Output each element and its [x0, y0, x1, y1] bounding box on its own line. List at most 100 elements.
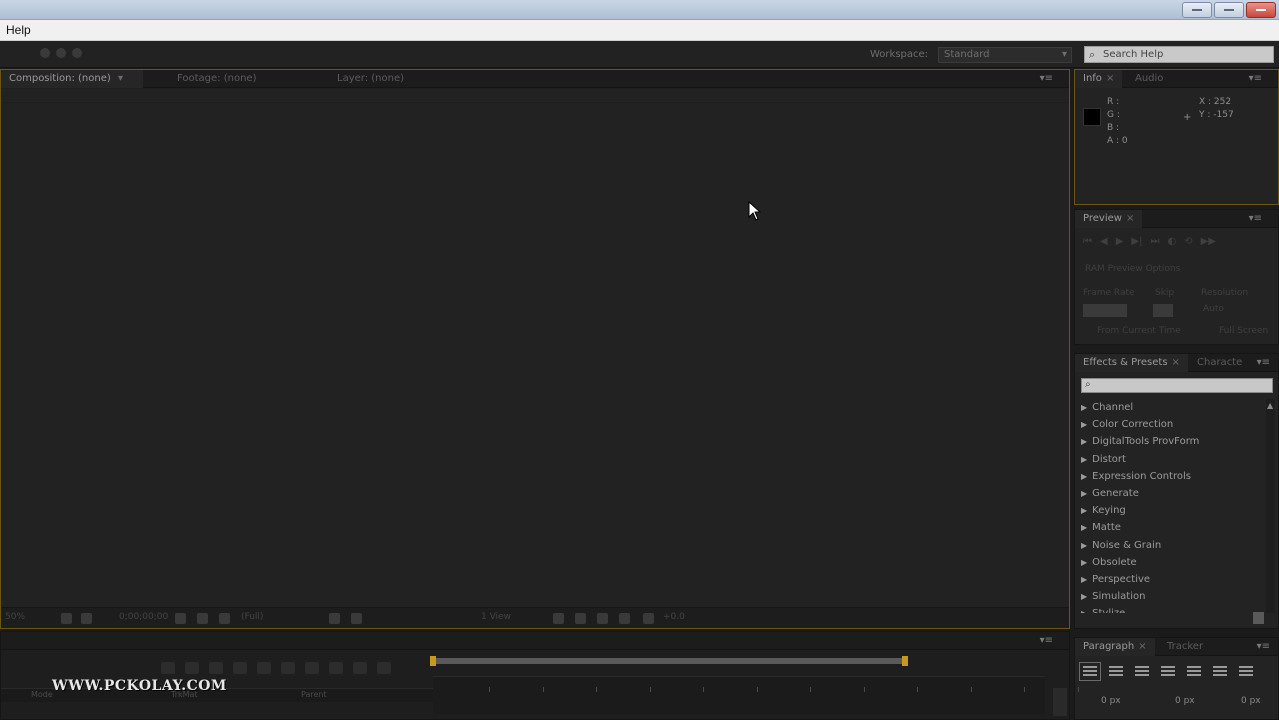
panel-menu-icon[interactable]: ▾≡ [1040, 635, 1053, 646]
workspace-dropdown[interactable]: Standard ▾ [938, 47, 1072, 63]
effects-category-item[interactable]: ▶ Matte [1081, 519, 1263, 536]
effects-search-input[interactable]: ⌕ [1081, 378, 1273, 393]
tab-audio[interactable]: Audio [1127, 70, 1171, 88]
timeline-time-ruler[interactable] [433, 676, 1079, 714]
effects-category-item[interactable]: ▶ Obsolete [1081, 554, 1263, 571]
panel-menu-icon[interactable]: ▾≡ [1257, 357, 1270, 368]
region-of-interest-icon[interactable] [329, 613, 340, 624]
panel-menu-icon[interactable]: ▾≡ [1249, 213, 1262, 224]
work-area-end-handle[interactable] [902, 656, 908, 666]
tab-composition[interactable]: Composition: (none) ▾ [1, 70, 143, 88]
indent-right-field[interactable]: 0 px [1175, 696, 1195, 706]
justify-last-left-icon[interactable] [1161, 666, 1175, 677]
timeline-icon[interactable] [597, 613, 608, 624]
disclosure-triangle-icon[interactable]: ▶ [1081, 558, 1087, 567]
tab-layer[interactable]: Layer: (none) [329, 70, 412, 88]
show-snapshot-icon[interactable] [197, 613, 208, 624]
tool-icon[interactable] [56, 48, 66, 58]
scroll-up-icon[interactable]: ▲ [1267, 401, 1273, 410]
color-channel-icon[interactable] [219, 613, 230, 624]
align-left-icon[interactable] [1079, 662, 1101, 681]
timeline-scrollbar[interactable] [1053, 688, 1067, 716]
disclosure-triangle-icon[interactable]: ▶ [1081, 506, 1087, 515]
ram-preview-icon[interactable]: ▶▶ [1201, 236, 1216, 247]
tool-icon[interactable] [72, 48, 82, 58]
tab-effects-presets[interactable]: Effects & Presets × [1075, 354, 1188, 372]
align-right-icon[interactable] [1135, 666, 1149, 677]
brainstorm-icon[interactable] [281, 662, 295, 674]
panel-menu-icon[interactable]: ▾≡ [1257, 641, 1270, 652]
maximize-button[interactable] [1214, 2, 1244, 18]
zoom-dropdown[interactable]: 50% [5, 612, 25, 622]
trash-icon[interactable] [1253, 612, 1264, 624]
disclosure-triangle-icon[interactable]: ▶ [1081, 489, 1087, 498]
frame-blending-icon[interactable] [233, 662, 247, 674]
disclosure-triangle-icon[interactable]: ▶ [1081, 523, 1087, 532]
chevron-down-icon[interactable]: ▾ [118, 73, 123, 84]
effects-category-item[interactable]: ▶ Color Correction [1081, 416, 1263, 433]
minimize-button[interactable] [1182, 2, 1212, 18]
tab-character[interactable]: Characte [1189, 354, 1250, 372]
disclosure-triangle-icon[interactable]: ▶ [1081, 592, 1087, 601]
transparency-grid-icon[interactable] [351, 613, 362, 624]
disclosure-triangle-icon[interactable]: ▶ [1081, 609, 1087, 613]
effects-category-item[interactable]: ▶ Keying [1081, 502, 1263, 519]
mute-audio-icon[interactable]: ◐ [1167, 236, 1176, 247]
fast-previews-icon[interactable] [575, 613, 586, 624]
tab-info[interactable]: Info × [1075, 70, 1123, 88]
disclosure-triangle-icon[interactable]: ▶ [1081, 541, 1087, 550]
motion-blur-icon[interactable] [257, 662, 271, 674]
disclosure-triangle-icon[interactable]: ▶ [1081, 437, 1087, 446]
auto-keyframe-icon[interactable] [305, 662, 319, 674]
timeline-option-icon[interactable] [353, 662, 367, 674]
search-help-input[interactable]: ⌕ Search Help [1084, 46, 1274, 63]
toggle-pixel-aspect-icon[interactable] [553, 613, 564, 624]
composition-viewer[interactable] [2, 89, 1068, 607]
close-icon[interactable]: × [1172, 357, 1180, 368]
resolution-dropdown[interactable]: Auto [1203, 304, 1224, 314]
close-button[interactable] [1246, 2, 1276, 18]
graph-editor-icon[interactable] [329, 662, 343, 674]
work-area-bar[interactable] [430, 656, 908, 666]
draft-3d-icon[interactable] [185, 662, 199, 674]
exposure-icon[interactable] [643, 613, 654, 624]
safe-margins-icon[interactable] [61, 613, 72, 624]
mask-visibility-icon[interactable] [81, 613, 92, 624]
frame-rate-field[interactable] [1083, 304, 1127, 317]
snapshot-icon[interactable] [175, 613, 186, 624]
justify-all-icon[interactable] [1239, 666, 1253, 677]
skip-field[interactable] [1153, 304, 1173, 317]
close-icon[interactable]: × [1106, 73, 1114, 84]
exposure-value[interactable]: +0.0 [663, 612, 685, 622]
panel-menu-icon[interactable]: ▾≡ [1040, 73, 1053, 84]
timeline-option-icon[interactable] [377, 662, 391, 674]
full-screen-checkbox[interactable]: Full Screen [1219, 326, 1268, 336]
first-frame-icon[interactable]: ⏮ [1083, 236, 1092, 247]
close-icon[interactable]: × [1138, 641, 1146, 652]
last-frame-icon[interactable]: ⏭ [1150, 236, 1159, 247]
tab-tracker[interactable]: Tracker [1159, 638, 1211, 656]
effects-category-item[interactable]: ▶ Channel [1081, 399, 1263, 416]
previous-frame-icon[interactable]: ◀ [1100, 236, 1108, 247]
effects-category-item[interactable]: ▶ Expression Controls [1081, 468, 1263, 485]
tab-footage[interactable]: Footage: (none) [169, 70, 264, 88]
effects-category-item[interactable]: ▶ Distort [1081, 451, 1263, 468]
effects-scrollbar[interactable]: ▲ [1266, 399, 1275, 613]
justify-last-center-icon[interactable] [1187, 666, 1201, 677]
close-icon[interactable]: × [1126, 213, 1134, 224]
next-frame-icon[interactable]: ▶| [1131, 236, 1142, 247]
justify-last-right-icon[interactable] [1213, 666, 1227, 677]
disclosure-triangle-icon[interactable]: ▶ [1081, 420, 1087, 429]
effects-category-item[interactable]: ▶ Stylize [1081, 605, 1263, 613]
loop-icon[interactable]: ⟲ [1184, 236, 1192, 247]
from-current-time-checkbox[interactable]: From Current Time [1097, 326, 1181, 336]
disclosure-triangle-icon[interactable]: ▶ [1081, 472, 1087, 481]
resolution-dropdown[interactable]: (Full) [241, 612, 263, 622]
disclosure-triangle-icon[interactable]: ▶ [1081, 403, 1087, 412]
play-icon[interactable]: ▶ [1116, 236, 1124, 247]
view-layout-dropdown[interactable]: 1 View [481, 612, 511, 622]
tab-paragraph[interactable]: Paragraph × [1075, 638, 1155, 656]
tool-icon[interactable] [40, 48, 50, 58]
work-area-start-handle[interactable] [430, 656, 436, 666]
hide-shy-layers-icon[interactable] [209, 662, 223, 674]
